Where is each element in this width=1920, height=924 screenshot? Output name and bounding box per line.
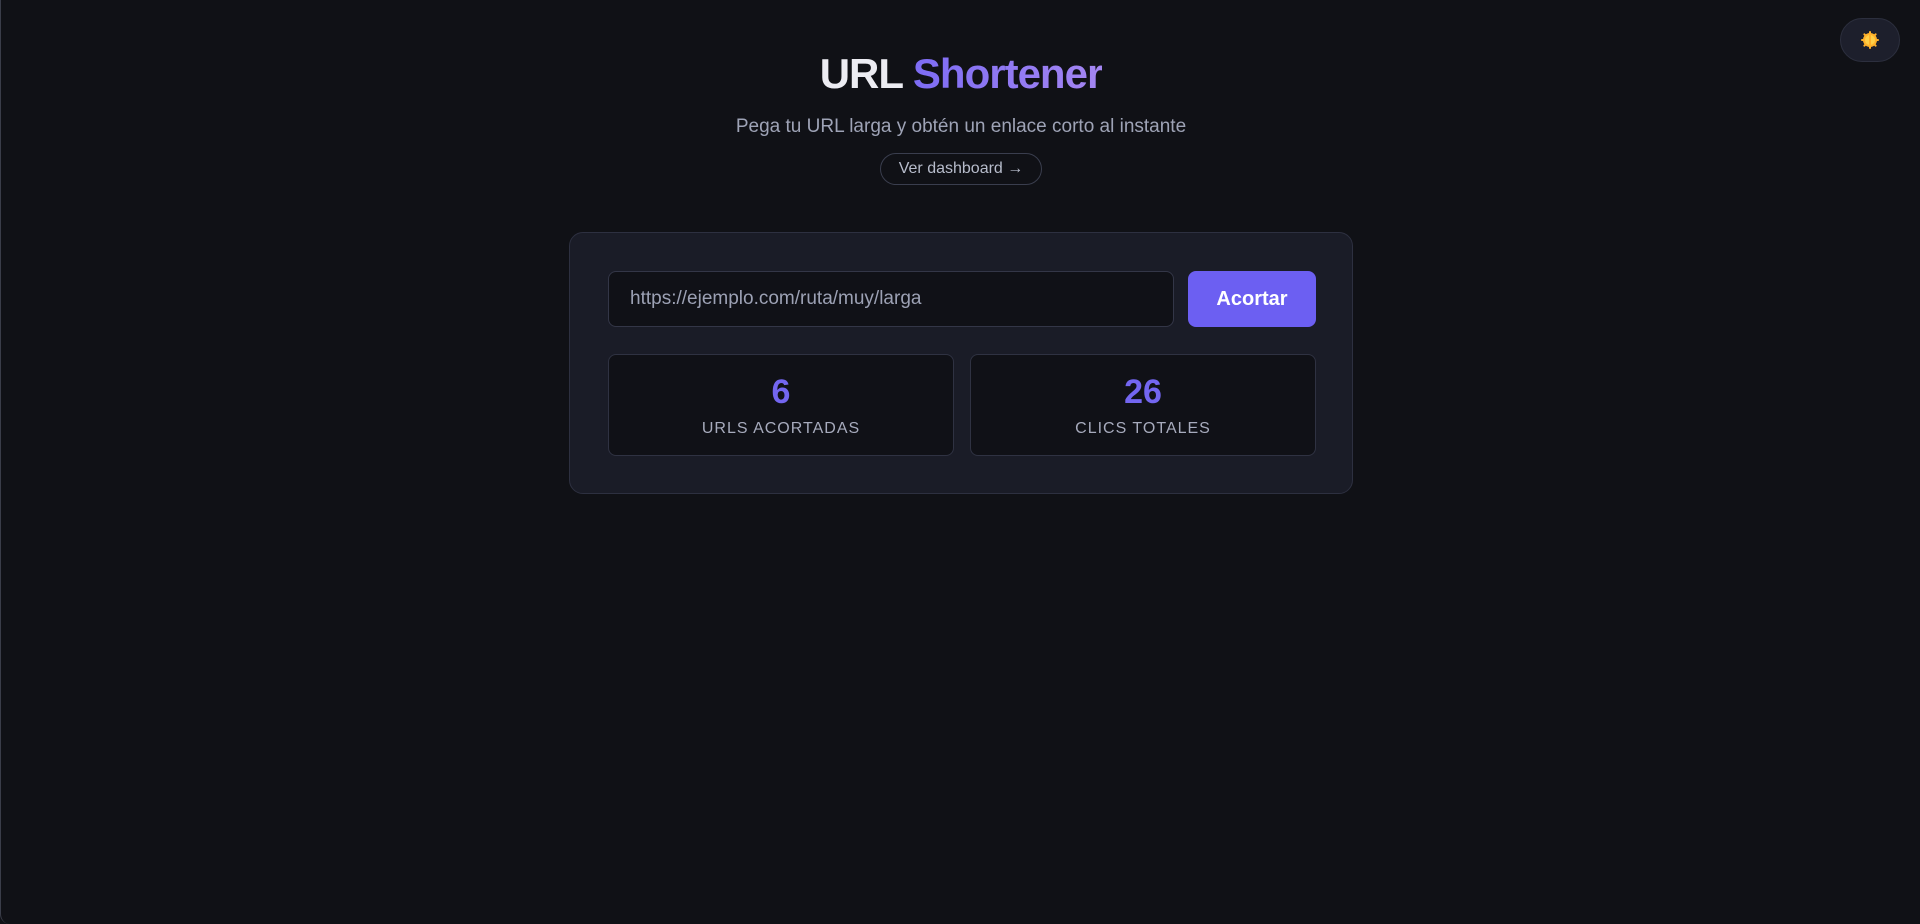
shortener-card: Acortar 6 URLS ACORTADAS 26 CLICS TOTALE… bbox=[569, 232, 1353, 494]
title-word-shortener: Shortener bbox=[912, 50, 1103, 97]
app-window: URL Shortener Pega tu URL larga y obtén … bbox=[0, 0, 1920, 924]
page-title: URL Shortener bbox=[1, 48, 1920, 100]
stat-card-urls: 6 URLS ACORTADAS bbox=[608, 354, 954, 456]
stat-label: URLS ACORTADAS bbox=[701, 420, 861, 437]
header: URL Shortener Pega tu URL larga y obtén … bbox=[1, 48, 1920, 185]
url-input[interactable] bbox=[608, 271, 1174, 327]
stat-label: CLICS TOTALES bbox=[1075, 420, 1211, 437]
sun-icon bbox=[1861, 32, 1879, 48]
stat-card-clicks: 26 CLICS TOTALES bbox=[970, 354, 1316, 456]
page-subtitle: Pega tu URL larga y obtén un enlace cort… bbox=[735, 116, 1187, 137]
stat-value: 6 bbox=[771, 373, 791, 411]
stat-value: 26 bbox=[1124, 373, 1162, 411]
shorten-button[interactable]: Acortar bbox=[1188, 271, 1316, 327]
dashboard-link[interactable]: Ver dashboard → bbox=[879, 153, 1043, 185]
title-word-url: URL bbox=[819, 50, 904, 97]
